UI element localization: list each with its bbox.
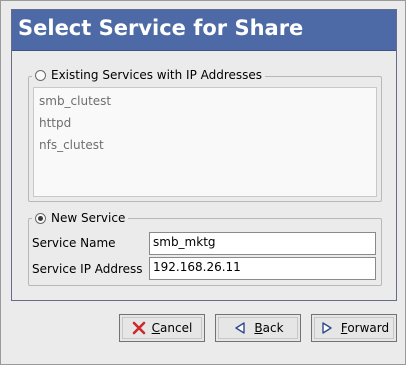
- button-bevel: [122, 317, 202, 339]
- service-name-label: Service Name: [32, 236, 116, 250]
- list-item[interactable]: httpd: [39, 116, 71, 130]
- existing-services-list[interactable]: smb_clutest httpd nfs_clutest: [33, 87, 377, 197]
- new-service-radio[interactable]: New Service: [32, 211, 129, 225]
- service-ip-label: Service IP Address: [32, 262, 143, 276]
- forward-button[interactable]: Forward: [311, 314, 397, 342]
- existing-services-radio[interactable]: Existing Services with IP Addresses: [32, 68, 266, 82]
- service-name-field[interactable]: smb_mktg: [149, 232, 376, 255]
- radio-checked-icon[interactable]: [35, 212, 46, 224]
- radio-unchecked-icon[interactable]: [35, 69, 46, 81]
- window-frame: Select Service for Share smb_clutest htt…: [0, 0, 406, 365]
- new-service-label: New Service: [51, 211, 126, 225]
- existing-services-label: Existing Services with IP Addresses: [51, 68, 263, 82]
- title-bar: Select Service for Share: [12, 10, 396, 51]
- dialog-title: Select Service for Share: [18, 16, 304, 40]
- existing-services-group: smb_clutest httpd nfs_clutest: [28, 76, 382, 202]
- button-bevel: [314, 317, 394, 339]
- back-button[interactable]: Back: [215, 314, 301, 342]
- button-bevel: [218, 317, 298, 339]
- list-item[interactable]: smb_clutest: [39, 94, 111, 108]
- list-item[interactable]: nfs_clutest: [39, 138, 104, 152]
- dialog-panel: Select Service for Share smb_clutest htt…: [11, 9, 397, 301]
- service-ip-field[interactable]: 192.168.26.11: [149, 257, 376, 280]
- cancel-button[interactable]: Cancel: [119, 314, 205, 342]
